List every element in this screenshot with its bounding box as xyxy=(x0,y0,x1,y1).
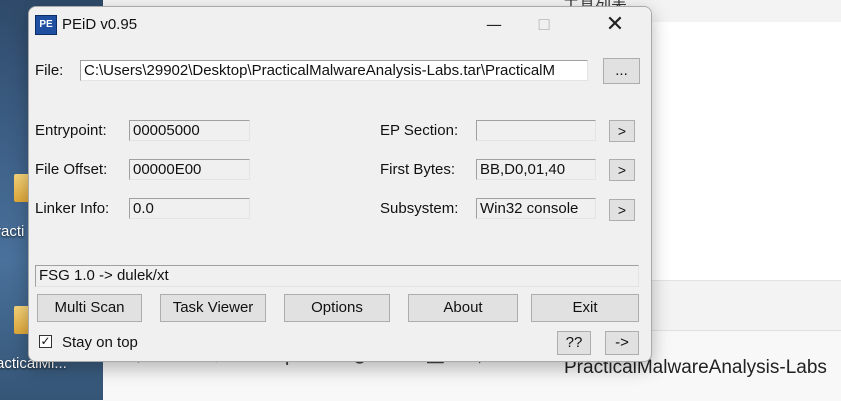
ep-section-field[interactable] xyxy=(476,120,596,141)
first-bytes-label: First Bytes: xyxy=(380,161,456,178)
peid-app-icon: PE xyxy=(35,15,57,35)
first-bytes-field[interactable]: BB,D0,01,40 xyxy=(476,159,596,180)
window-title: PEiD v0.95 xyxy=(62,16,138,33)
first-bytes-button[interactable]: > xyxy=(609,159,635,181)
options-button[interactable]: Options xyxy=(284,294,390,322)
browse-button[interactable]: ... xyxy=(603,58,640,84)
multi-scan-button[interactable]: Multi Scan xyxy=(37,294,142,322)
about-button[interactable]: About xyxy=(408,294,518,322)
stay-on-top-label[interactable]: Stay on top xyxy=(62,334,138,351)
stay-on-top-checkbox[interactable]: ✓ xyxy=(39,335,52,348)
file-path-field[interactable]: C:\Users\29902\Desktop\PracticalMalwareA… xyxy=(80,60,588,81)
subsystem-label: Subsystem: xyxy=(380,200,459,217)
ep-section-label: EP Section: xyxy=(380,122,459,139)
peid-window: PE PEiD v0.95 — ☐ ✕ File: C:\Users\29902… xyxy=(28,6,652,362)
next-button[interactable]: -> xyxy=(605,331,639,355)
title-bar[interactable]: PE PEiD v0.95 — ☐ ✕ xyxy=(29,7,651,43)
task-viewer-button[interactable]: Task Viewer xyxy=(160,294,266,322)
exit-button[interactable]: Exit xyxy=(531,294,639,322)
ep-section-button[interactable]: > xyxy=(609,120,635,142)
close-icon[interactable]: ✕ xyxy=(592,7,638,43)
file-offset-label: File Offset: xyxy=(35,161,108,178)
linker-info-label: Linker Info: xyxy=(35,200,110,217)
subsystem-field[interactable]: Win32 console xyxy=(476,198,596,219)
entrypoint-field[interactable]: 00005000 xyxy=(129,120,250,141)
file-label: File: xyxy=(35,62,64,79)
linker-info-field[interactable]: 0.0 xyxy=(129,198,250,219)
file-offset-field[interactable]: 00000E00 xyxy=(129,159,250,180)
help-button[interactable]: ?? xyxy=(557,331,591,355)
minimize-icon[interactable]: — xyxy=(471,7,517,43)
entrypoint-label: Entrypoint: xyxy=(35,122,107,139)
maximize-icon[interactable]: ☐ xyxy=(521,7,567,43)
scan-result-field[interactable]: FSG 1.0 -> dulek/xt xyxy=(35,265,639,287)
subsystem-button[interactable]: > xyxy=(609,199,635,221)
